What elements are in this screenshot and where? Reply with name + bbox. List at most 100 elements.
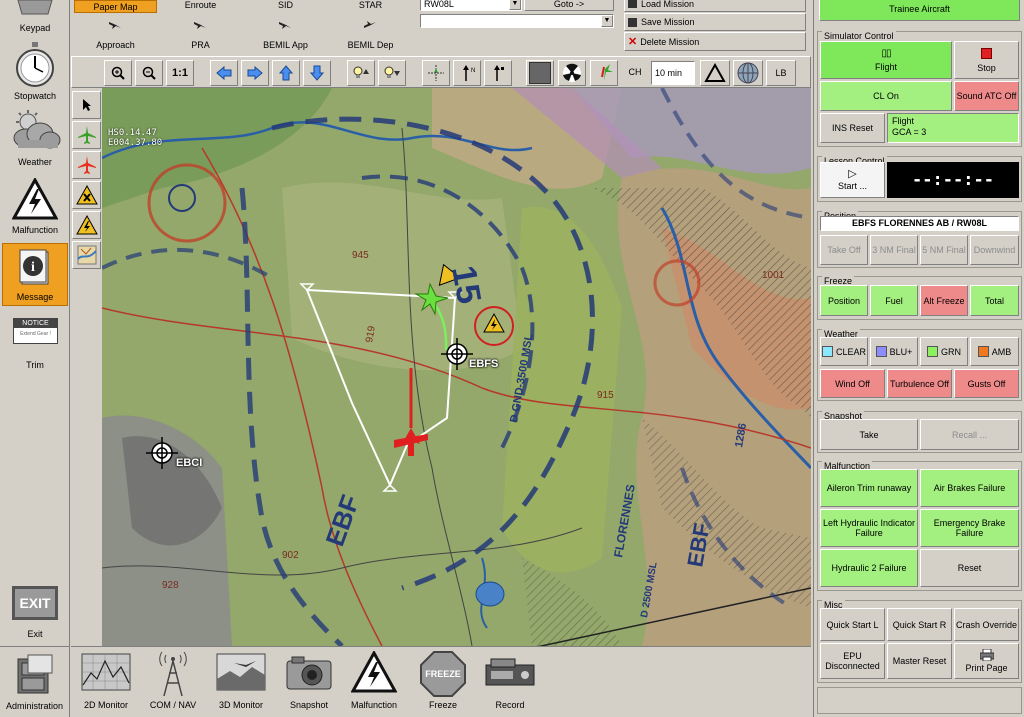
- map-view[interactable]: 15 EBF EBF D GND-3500 MSL FLORENNES D 25…: [102, 88, 811, 646]
- light-down-button[interactable]: [378, 60, 406, 86]
- quick-start-r-button[interactable]: Quick Start R: [887, 608, 952, 641]
- snapshot-recall-button[interactable]: Recall ...: [920, 419, 1019, 450]
- malfunction-emergency-brake-button[interactable]: Emergency Brake Failure: [920, 509, 1019, 547]
- weather-clear-button[interactable]: CLEAR: [820, 337, 868, 366]
- traffic-button[interactable]: [590, 60, 618, 86]
- runway-select[interactable]: RW08L ▼: [420, 0, 522, 11]
- sound-atc-button[interactable]: Sound ATC Off: [954, 81, 1019, 111]
- administration-button[interactable]: Administration: [0, 646, 69, 716]
- save-mission-button[interactable]: Save Mission: [624, 13, 806, 31]
- weather-color-label: CLEAR: [835, 346, 866, 357]
- light-up-button[interactable]: [347, 60, 375, 86]
- weather-amb-button[interactable]: AMB: [970, 337, 1019, 366]
- trainee-aircraft-tool[interactable]: [72, 121, 101, 149]
- bottom-item-malfunction[interactable]: Malfunction: [339, 647, 409, 717]
- airport-label-ebci[interactable]: EBCI: [176, 457, 202, 469]
- malfunction-reset-button[interactable]: Reset: [920, 549, 1019, 587]
- snapshot-take-button[interactable]: Take: [820, 419, 918, 450]
- pan-left-button[interactable]: [210, 60, 238, 86]
- bottom-item-record[interactable]: Record: [475, 647, 545, 717]
- lb-button[interactable]: LB: [766, 60, 796, 86]
- storm-tool[interactable]: [72, 211, 101, 239]
- tab-bemil-app[interactable]: BEMIL App: [244, 40, 327, 50]
- pan-down-button[interactable]: [303, 60, 331, 86]
- bottom-item-2d-monitor[interactable]: 2D Monitor: [71, 647, 141, 717]
- route-select[interactable]: ▼: [420, 14, 614, 28]
- print-page-button[interactable]: Print Page: [954, 643, 1019, 679]
- lesson-start-button[interactable]: ▷ Start ...: [820, 162, 885, 198]
- sidebar-item-weather[interactable]: Weather: [2, 108, 68, 170]
- weather-grn-button[interactable]: GRN: [920, 337, 968, 366]
- position-downwind-button[interactable]: Downwind: [970, 235, 1019, 265]
- exit-icon-text: EXIT: [19, 595, 51, 611]
- radar-button[interactable]: [733, 60, 763, 86]
- radiation-button[interactable]: [558, 60, 586, 86]
- sidebar-item-malfunction[interactable]: Malfunction: [2, 176, 68, 238]
- bottom-item-snapshot[interactable]: Snapshot: [274, 647, 344, 717]
- master-reset-button[interactable]: Master Reset: [887, 643, 952, 679]
- crash-override-button[interactable]: Crash Override: [954, 608, 1019, 641]
- freeze-position-button[interactable]: Position: [820, 285, 868, 316]
- trainee-aircraft-button[interactable]: Trainee Aircraft: [819, 0, 1020, 21]
- terrain-tool[interactable]: [72, 241, 101, 269]
- exit-button[interactable]: EXIT Exit: [2, 583, 68, 641]
- malfunction-air-brakes-button[interactable]: Air Brakes Failure: [920, 469, 1019, 507]
- sidebar-item-trim[interactable]: NOTICE Extend Gear ! Trim: [2, 316, 68, 372]
- bottom-item-3d-monitor[interactable]: 3D Monitor: [206, 647, 276, 717]
- malfunction-hydraulic-2-button[interactable]: Hydraulic 2 Failure: [820, 549, 918, 587]
- freeze-fuel-button[interactable]: Fuel: [870, 285, 918, 316]
- sidebar-item-message[interactable]: i Message: [2, 243, 68, 306]
- goto-button[interactable]: Goto ->: [524, 0, 614, 11]
- airport-label-ebfs[interactable]: EBFS: [469, 358, 498, 370]
- wind-off-button[interactable]: Wind Off: [820, 369, 885, 398]
- flight-button[interactable]: ▯▯ Flight: [820, 41, 952, 79]
- tab-paper-map[interactable]: Paper Map: [74, 0, 157, 13]
- map-layer-button[interactable]: [526, 60, 554, 86]
- track-up-button[interactable]: [484, 60, 512, 86]
- sidebar-item-label: Stopwatch: [13, 91, 57, 101]
- freeze-total-button[interactable]: Total: [970, 285, 1019, 316]
- traffic-aircraft-tool[interactable]: [72, 151, 101, 179]
- north-up-button[interactable]: N: [453, 60, 481, 86]
- chevron-down-icon[interactable]: ▼: [601, 15, 613, 27]
- hazard-tool[interactable]: [72, 181, 101, 209]
- ins-reset-button[interactable]: INS Reset: [820, 113, 885, 143]
- tab-approach[interactable]: Approach: [74, 40, 157, 50]
- tab-sid[interactable]: SID: [244, 0, 327, 10]
- time-input[interactable]: 10 min: [651, 61, 695, 85]
- zoom-out-button[interactable]: [135, 60, 163, 86]
- aeronautical-chart[interactable]: 15 EBF EBF D GND-3500 MSL FLORENNES D 25…: [102, 88, 811, 646]
- chevron-down-icon[interactable]: ▼: [509, 0, 521, 10]
- weather-blu-button[interactable]: BLU+: [870, 337, 918, 366]
- alt-freeze-button[interactable]: Alt Freeze: [920, 285, 968, 316]
- malfunction-aileron-trim-button[interactable]: Aileron Trim runaway: [820, 469, 918, 507]
- turbulence-off-button[interactable]: Turbulence Off: [887, 369, 952, 398]
- sidebar-item-keypad[interactable]: Keypad: [2, 0, 68, 38]
- ch-label[interactable]: CH: [623, 67, 647, 77]
- delete-mission-button[interactable]: ✕ Delete Mission: [624, 32, 806, 51]
- zoom-in-button[interactable]: [104, 60, 132, 86]
- position-takeoff-button[interactable]: Take Off: [820, 235, 868, 265]
- pan-right-button[interactable]: [241, 60, 269, 86]
- epu-disconnected-button[interactable]: EPU Disconnected: [820, 643, 885, 679]
- load-mission-button[interactable]: Load Mission: [624, 0, 806, 12]
- stop-button[interactable]: Stop: [954, 41, 1019, 79]
- tab-bemil-dep[interactable]: BEMIL Dep: [329, 40, 412, 50]
- quick-start-l-button[interactable]: Quick Start L: [820, 608, 885, 641]
- zoom-reset-button[interactable]: 1:1: [166, 60, 194, 86]
- tab-star[interactable]: STAR: [329, 0, 412, 10]
- position-3nm-final-button[interactable]: 3 NM Final: [870, 235, 918, 265]
- pan-up-button[interactable]: [272, 60, 300, 86]
- cl-on-button[interactable]: CL On: [820, 81, 952, 111]
- select-pointer-button[interactable]: [72, 91, 101, 119]
- sidebar-item-stopwatch[interactable]: Stopwatch: [2, 40, 68, 104]
- triangle-button[interactable]: [700, 60, 730, 86]
- malfunction-left-hydraulic-button[interactable]: Left Hydraulic Indicator Failure: [820, 509, 918, 547]
- gusts-off-button[interactable]: Gusts Off: [954, 369, 1019, 398]
- tab-pra[interactable]: PRA: [159, 40, 242, 50]
- bottom-item-freeze[interactable]: FREEZE Freeze: [408, 647, 478, 717]
- tab-enroute[interactable]: Enroute: [159, 0, 242, 10]
- bottom-item-com-nav[interactable]: COM / NAV: [138, 647, 208, 717]
- aircraft-center-button[interactable]: [422, 60, 450, 86]
- position-5nm-final-button[interactable]: 5 NM Final: [920, 235, 968, 265]
